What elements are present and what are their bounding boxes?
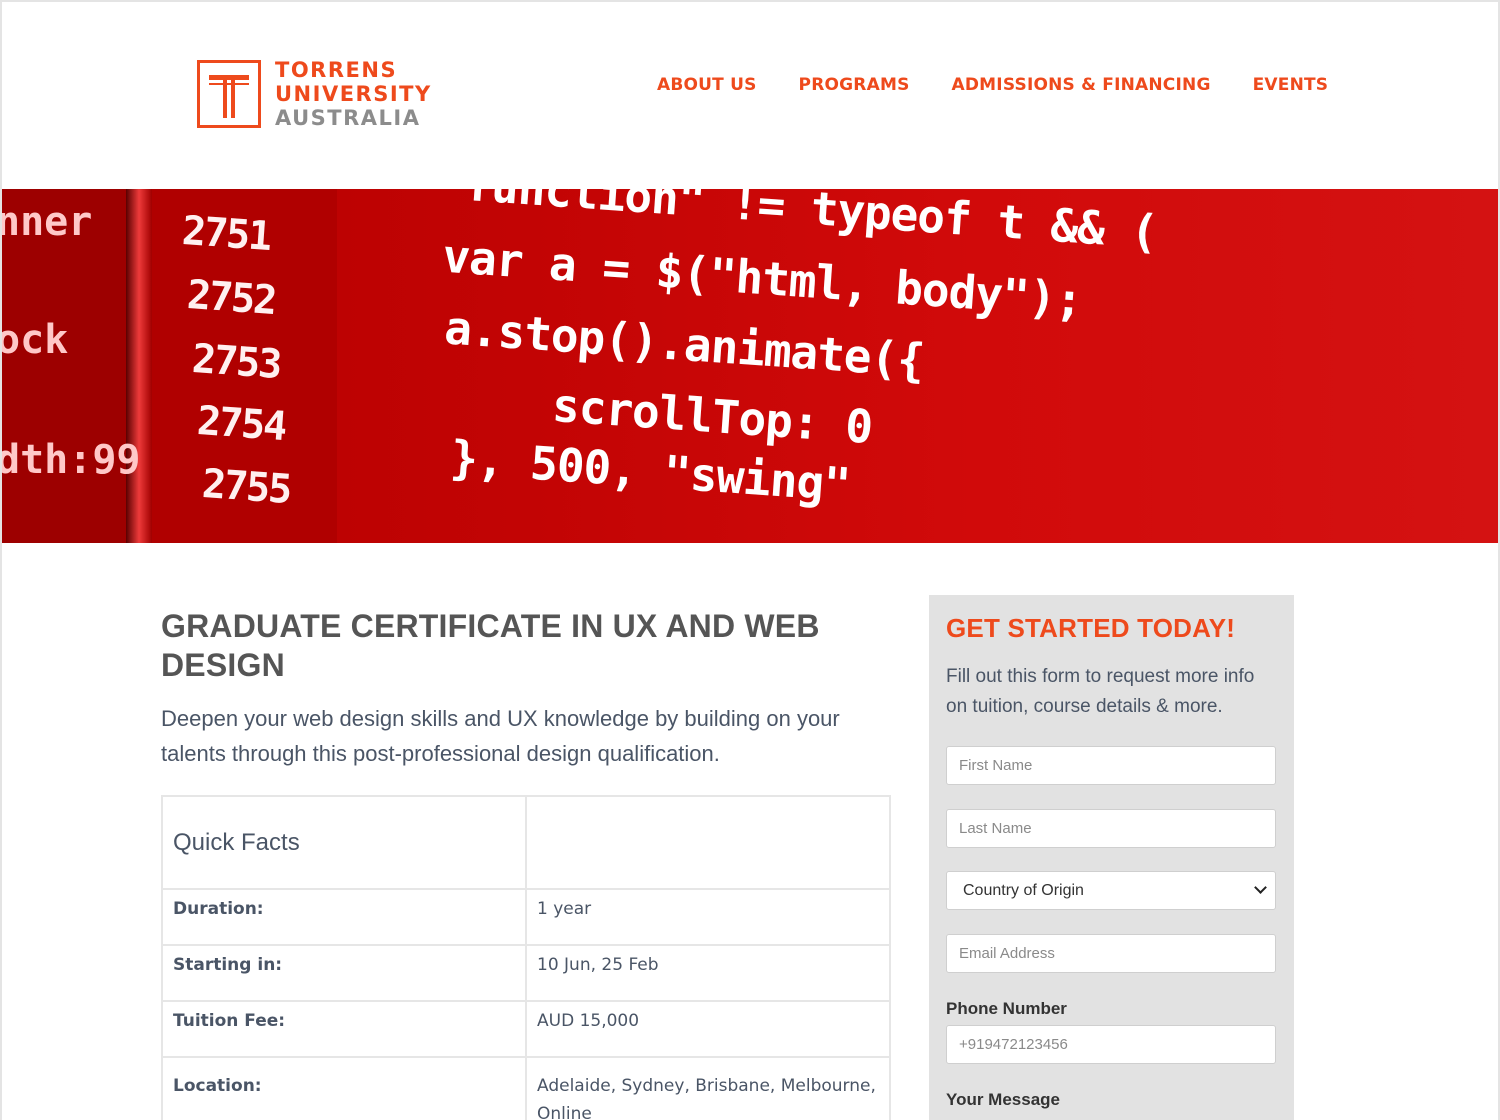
- country-select-value: Country of Origin: [963, 882, 1084, 899]
- nav-programs[interactable]: PROGRAMS: [799, 75, 910, 95]
- quick-facts-heading: Quick Facts: [173, 828, 300, 856]
- logo-line-1: TORRENS: [275, 58, 398, 82]
- table-row: Duration: 1 year: [161, 888, 891, 946]
- nav-about-us[interactable]: ABOUT US: [657, 75, 757, 95]
- table-row: Starting in: 10 Jun, 25 Feb: [161, 944, 891, 1002]
- message-label: Your Message: [946, 1090, 1061, 1109]
- nav-events[interactable]: EVENTS: [1253, 75, 1329, 95]
- chevron-down-icon: [1254, 881, 1267, 894]
- table-header-row: Quick Facts: [161, 795, 891, 890]
- fact-value-duration: 1 year: [525, 888, 891, 946]
- fact-label-duration: Duration:: [161, 888, 527, 946]
- fact-label-tuition: Tuition Fee:: [161, 1000, 527, 1058]
- program-description: Deepen your web design skills and UX kno…: [161, 706, 840, 766]
- first-name-input[interactable]: [946, 746, 1276, 785]
- hero-code-line: a.stop().animate({: [442, 300, 926, 388]
- hero-divider: [126, 189, 152, 543]
- fact-value-tuition: AUD 15,000: [525, 1000, 891, 1058]
- hero-banner-image: nner ock dth:99 2751 2752 2753 2754 2755…: [2, 189, 1498, 543]
- fact-value-starting: 10 Jun, 25 Feb: [525, 944, 891, 1002]
- country-select[interactable]: Country of Origin: [946, 871, 1276, 910]
- logo-line-2: UNIVERSITY: [275, 82, 432, 106]
- university-logo[interactable]: TORRENS UNIVERSITY AUSTRALIA: [197, 58, 432, 130]
- hero-line-number: 2755: [200, 460, 292, 514]
- hero-gutter-text: dth:99: [2, 437, 141, 483]
- form-title: GET STARTED TODAY!: [946, 613, 1236, 643]
- table-row: Location: Adelaide, Sydney, Brisbane, Me…: [161, 1056, 891, 1120]
- logo-line-3: AUSTRALIA: [275, 106, 421, 130]
- main-nav: ABOUT US PROGRAMS ADMISSIONS & FINANCING…: [657, 75, 1370, 95]
- hero-line-number: 2754: [195, 397, 287, 451]
- info-request-form: GET STARTED TODAY! Fill out this form to…: [929, 595, 1294, 1120]
- page-title: GRADUATE CERTIFICATE IN UX AND WEB DESIG…: [161, 608, 820, 683]
- phone-input[interactable]: [946, 1025, 1276, 1064]
- site-header: TORRENS UNIVERSITY AUSTRALIA ABOUT US PR…: [2, 2, 1498, 189]
- fact-value-location: Adelaide, Sydney, Brisbane, Melbourne, O…: [525, 1056, 891, 1120]
- fact-label-location: Location:: [161, 1056, 527, 1120]
- last-name-input[interactable]: [946, 809, 1276, 848]
- hero-gutter-text: ock: [2, 317, 69, 363]
- quick-facts-table: Quick Facts Duration: 1 year Starting in…: [161, 795, 891, 1120]
- hero-gutter-text: nner: [2, 199, 93, 245]
- email-input[interactable]: [946, 934, 1276, 973]
- hero-line-number: 2752: [185, 271, 277, 325]
- nav-admissions-financing[interactable]: ADMISSIONS & FINANCING: [952, 75, 1211, 95]
- logo-wordmark: TORRENS UNIVERSITY AUSTRALIA: [275, 58, 432, 130]
- logo-t-icon: [197, 60, 261, 128]
- hero-line-number: 2751: [180, 207, 272, 261]
- program-intro: GRADUATE CERTIFICATE IN UX AND WEB DESIG…: [161, 607, 891, 771]
- form-intro: Fill out this form to request more info …: [946, 666, 1255, 717]
- fact-label-starting: Starting in:: [161, 944, 527, 1002]
- hero-line-number: 2753: [190, 335, 282, 389]
- phone-label: Phone Number: [946, 999, 1067, 1018]
- table-row: Tuition Fee: AUD 15,000: [161, 1000, 891, 1058]
